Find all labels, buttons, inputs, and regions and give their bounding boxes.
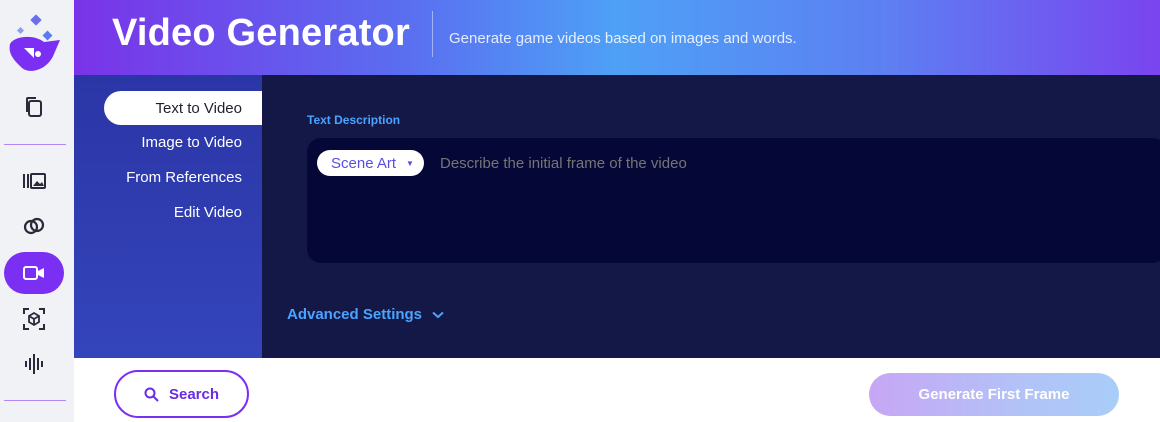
rail-item-3d[interactable] <box>4 298 64 340</box>
page-subtitle: Generate game videos based on images and… <box>449 30 797 47</box>
generate-first-frame-button[interactable]: Generate First Frame <box>869 373 1119 416</box>
mode-tab-text-to-video[interactable]: Text to Video <box>104 91 262 125</box>
rail-item-rings[interactable] <box>4 205 64 247</box>
text-description-label: Text Description <box>307 113 401 127</box>
audio-wave-icon <box>25 354 43 374</box>
gallery-icon <box>23 173 46 189</box>
main-panel: Text Description Scene Art ▼ Advanced Se… <box>262 75 1160 358</box>
advanced-settings-label: Advanced Settings <box>287 306 423 323</box>
description-box: Scene Art ▼ <box>307 138 1160 263</box>
rail-item-audio[interactable] <box>4 343 64 385</box>
search-icon <box>144 387 159 402</box>
page-title: Video Generator <box>112 12 410 54</box>
rail-item-gallery[interactable] <box>4 160 64 202</box>
search-button-label: Search <box>168 385 220 403</box>
copy-icon <box>26 97 42 117</box>
advanced-settings-toggle[interactable]: Advanced Settings <box>287 306 444 323</box>
style-dropdown-value: Scene Art <box>331 154 397 172</box>
mode-tab-label: Text to Video <box>155 99 242 117</box>
mode-tab-image-to-video[interactable]: Image to Video <box>141 134 242 151</box>
rings-icon <box>23 217 45 235</box>
mode-tab-edit-video[interactable]: Edit Video <box>174 204 242 221</box>
rail-divider <box>4 144 66 145</box>
caret-down-icon: ▼ <box>406 158 414 168</box>
style-dropdown[interactable]: Scene Art ▼ <box>317 150 424 176</box>
video-camera-icon <box>23 266 44 280</box>
rail-item-video[interactable] <box>4 252 64 294</box>
rail-divider <box>4 400 66 401</box>
3d-cube-icon <box>23 308 45 330</box>
mode-tab-from-references[interactable]: From References <box>126 169 242 186</box>
left-rail <box>0 0 74 422</box>
chevron-down-icon <box>432 311 444 318</box>
page-header: Video Generator Generate game videos bas… <box>74 0 1160 75</box>
search-button[interactable]: Search <box>114 370 249 418</box>
header-divider <box>432 11 433 57</box>
rail-item-copy[interactable] <box>4 86 64 128</box>
description-input[interactable] <box>440 155 1140 172</box>
mode-nav: Text to Video Image to Video From Refere… <box>74 75 262 358</box>
app-logo[interactable] <box>4 14 66 78</box>
